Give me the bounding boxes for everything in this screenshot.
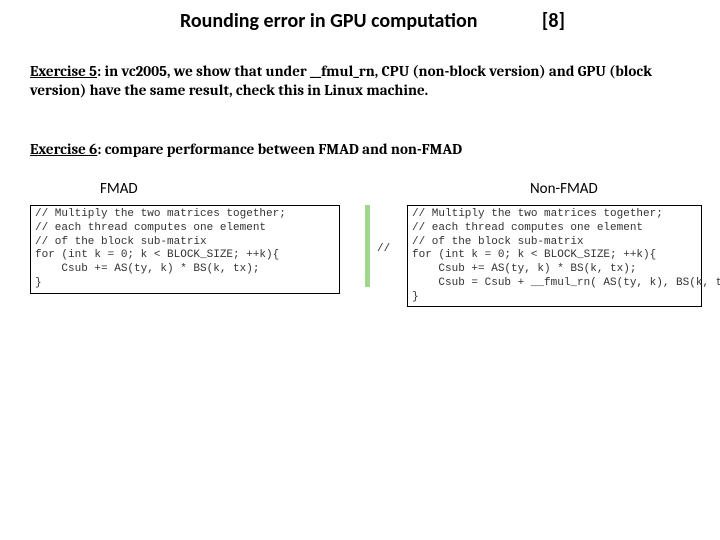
exercise-5-label: Exercise 5: [30, 62, 97, 80]
fmad-label: FMAD: [100, 180, 138, 198]
nonfmad-label: Non-FMAD: [530, 180, 598, 198]
exercise-6-label: Exercise 6: [30, 140, 97, 158]
code-nonfmad: // Multiply the two matrices together; /…: [407, 205, 702, 307]
commented-slash: //: [377, 243, 390, 255]
exercise-6-text: : compare performance between FMAD and n…: [97, 140, 462, 158]
exercise-6: Exercise 6: compare performance between …: [30, 140, 690, 159]
slide-page: Rounding error in GPU computation [8] Ex…: [0, 0, 720, 540]
page-number: [8]: [542, 9, 565, 33]
insert-bar: [365, 205, 370, 287]
title-row: Rounding error in GPU computation [8]: [0, 9, 720, 33]
exercise-5-text: : in vc2005, we show that under __fmul_r…: [30, 62, 652, 99]
code-fmad: // Multiply the two matrices together; /…: [30, 205, 340, 294]
exercise-5: Exercise 5: in vc2005, we show that unde…: [30, 62, 690, 100]
page-title: Rounding error in GPU computation: [180, 9, 477, 33]
